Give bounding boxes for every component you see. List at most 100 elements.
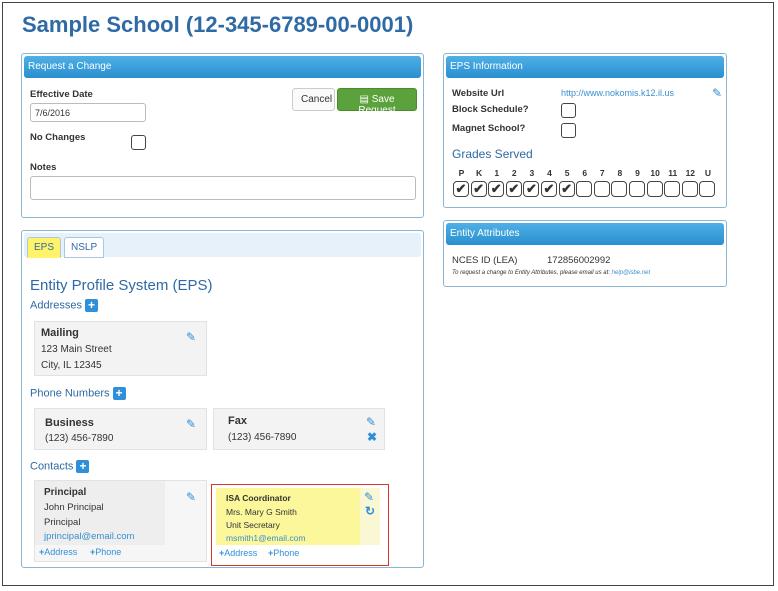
addresses-heading: Addresses + bbox=[30, 299, 99, 312]
grade-checkbox-10[interactable] bbox=[646, 181, 663, 197]
contacts-heading: Contacts + bbox=[30, 460, 90, 473]
business-phone-card: Business (123) 456-7890 ✎ bbox=[34, 408, 207, 450]
addresses-label: Addresses bbox=[30, 299, 82, 312]
website-url-label: Website Url bbox=[452, 88, 505, 99]
grade-label-2: 2 bbox=[511, 168, 517, 178]
fax-edit-pencil-icon[interactable]: ✎ bbox=[366, 415, 376, 429]
entity-attributes-header: Entity Attributes bbox=[446, 223, 724, 245]
grade-checkbox-8[interactable] bbox=[611, 181, 628, 197]
fax-phone-number: (123) 456-7890 bbox=[228, 432, 297, 443]
website-url-link[interactable]: http://www.nokomis.k12.il.us bbox=[561, 88, 674, 98]
tab-nslp[interactable]: NSLP bbox=[64, 237, 105, 258]
website-edit-pencil-icon[interactable]: ✎ bbox=[712, 86, 722, 100]
magnet-school-checkbox[interactable] bbox=[561, 123, 576, 138]
effective-date-input[interactable]: 7/6/2016 bbox=[30, 103, 146, 122]
grade-label-3: 3 bbox=[529, 168, 535, 178]
cancel-button[interactable]: Cancel bbox=[292, 88, 335, 111]
nces-id-label: NCES ID (LEA) bbox=[452, 255, 518, 266]
phone-numbers-heading: Phone Numbers + bbox=[30, 387, 126, 400]
fax-phone-type: Fax bbox=[228, 415, 247, 427]
magnet-school-label: Magnet School? bbox=[452, 123, 526, 134]
mailing-edit-pencil-icon[interactable]: ✎ bbox=[186, 330, 196, 344]
grade-label-7: 7 bbox=[599, 168, 605, 178]
isa-role: ISA Coordinator bbox=[226, 493, 291, 503]
grade-label-u: U bbox=[704, 168, 711, 178]
effective-date-label: Effective Date bbox=[30, 89, 93, 100]
grade-checkbox-6[interactable] bbox=[576, 181, 593, 197]
isa-add-phone-label: Phone bbox=[273, 548, 300, 558]
grade-checkbox-4[interactable]: ✔ bbox=[541, 181, 557, 197]
grade-label-12: 12 bbox=[685, 168, 696, 178]
no-changes-label: No Changes bbox=[30, 132, 86, 143]
eps-information-panel: EPS Information Website Url http://www.n… bbox=[443, 53, 727, 208]
block-schedule-checkbox[interactable] bbox=[561, 103, 576, 118]
isa-add-phone-link[interactable]: +Phone bbox=[268, 548, 299, 558]
business-phone-type: Business bbox=[45, 417, 94, 429]
add-phone-plus-icon[interactable]: + bbox=[112, 387, 126, 400]
grade-checkbox-2[interactable]: ✔ bbox=[505, 181, 522, 197]
fax-phone-card: Fax (123) 456-7890 ✎ ✖ bbox=[213, 408, 385, 450]
block-schedule-label: Block Schedule? bbox=[452, 104, 529, 115]
grade-checkbox-1[interactable]: ✔ bbox=[488, 181, 505, 197]
attributes-note: To request a change to Entity Attributes… bbox=[452, 270, 650, 276]
grade-label-6: 6 bbox=[582, 168, 588, 178]
grade-checkbox-12[interactable] bbox=[681, 181, 698, 197]
phone-numbers-label: Phone Numbers bbox=[30, 387, 110, 400]
mailing-line2: City, IL 12345 bbox=[41, 360, 102, 371]
grade-label-8: 8 bbox=[617, 168, 623, 178]
request-change-panel: Request a Change Effective Date 7/6/2016… bbox=[21, 53, 424, 218]
grade-checkbox-k[interactable]: ✔ bbox=[470, 181, 487, 197]
grade-label-11: 11 bbox=[668, 168, 678, 178]
add-contact-plus-icon[interactable]: + bbox=[76, 460, 90, 473]
grade-label-4: 4 bbox=[547, 168, 552, 178]
eps-tab-panel: EPS NSLP Entity Profile System (EPS) Add… bbox=[21, 230, 424, 568]
isa-title: Unit Secretary bbox=[226, 520, 280, 530]
add-address-plus-icon[interactable]: + bbox=[85, 299, 99, 312]
principal-add-phone-link[interactable]: +Phone bbox=[90, 547, 121, 557]
attributes-note-email-link[interactable]: help@isbe.net bbox=[612, 270, 650, 276]
principal-email-link[interactable]: jprincipal@email.com bbox=[44, 531, 134, 542]
mailing-line1: 123 Main Street bbox=[41, 344, 112, 355]
isa-name: Mrs. Mary G Smith bbox=[226, 507, 297, 517]
grade-label-k: K bbox=[476, 168, 483, 178]
principal-add-address-label: Address bbox=[44, 547, 78, 557]
principal-add-phone-label: Phone bbox=[95, 547, 122, 557]
save-request-button[interactable]: ▤ Save Request bbox=[337, 88, 417, 116]
entity-attributes-panel: Entity Attributes NCES ID (LEA) 17285600… bbox=[443, 220, 727, 287]
grade-checkbox-u[interactable] bbox=[699, 181, 716, 197]
isa-coordinator-highlight-frame: ISA Coordinator Mrs. Mary G Smith Unit S… bbox=[211, 484, 389, 566]
no-changes-checkbox[interactable] bbox=[131, 135, 146, 150]
mailing-type: Mailing bbox=[41, 327, 79, 339]
grade-label-1: 1 bbox=[494, 168, 500, 178]
isa-add-address-link[interactable]: +Address bbox=[219, 548, 257, 558]
fax-delete-x-icon[interactable]: ✖ bbox=[367, 430, 377, 444]
principal-edit-pencil-icon[interactable]: ✎ bbox=[186, 490, 196, 504]
principal-add-address-link[interactable]: +Address bbox=[39, 547, 77, 557]
isa-add-address-label: Address bbox=[224, 548, 258, 558]
grade-checkbox-11[interactable] bbox=[664, 181, 681, 197]
notes-input[interactable] bbox=[30, 176, 416, 200]
page-title: Sample School (12-345-6789-00-0001) bbox=[22, 12, 414, 37]
isa-email-link[interactable]: msmith1@email.com bbox=[226, 533, 305, 543]
principal-role: Principal bbox=[44, 487, 87, 498]
principal-name: John Principal bbox=[44, 502, 104, 513]
principal-contact-card: Principal John Principal Principal jprin… bbox=[34, 480, 207, 562]
isa-undo-icon[interactable]: ↻ bbox=[365, 504, 375, 518]
grade-checkbox-5[interactable]: ✔ bbox=[558, 181, 575, 197]
mailing-address-card: Mailing 123 Main Street City, IL 12345 ✎ bbox=[34, 321, 207, 376]
grade-checkbox-9[interactable] bbox=[629, 181, 645, 197]
tab-eps[interactable]: EPS bbox=[27, 237, 62, 258]
contacts-label: Contacts bbox=[30, 460, 74, 473]
grades-served-title: Grades Served bbox=[452, 147, 533, 161]
business-phone-edit-pencil-icon[interactable]: ✎ bbox=[186, 417, 196, 431]
isa-edit-pencil-icon[interactable]: ✎ bbox=[364, 490, 374, 504]
notes-label: Notes bbox=[30, 162, 57, 173]
eps-information-header: EPS Information bbox=[446, 56, 724, 78]
principal-title: Principal bbox=[44, 517, 81, 528]
grade-label-10: 10 bbox=[650, 168, 660, 178]
grade-checkbox-p[interactable]: ✔ bbox=[453, 181, 469, 197]
grade-checkbox-7[interactable] bbox=[593, 181, 610, 197]
grade-checkbox-3[interactable]: ✔ bbox=[523, 181, 540, 197]
save-icon: ▤ bbox=[359, 94, 369, 105]
attributes-note-text: To request a change to Entity Attributes… bbox=[452, 270, 610, 276]
